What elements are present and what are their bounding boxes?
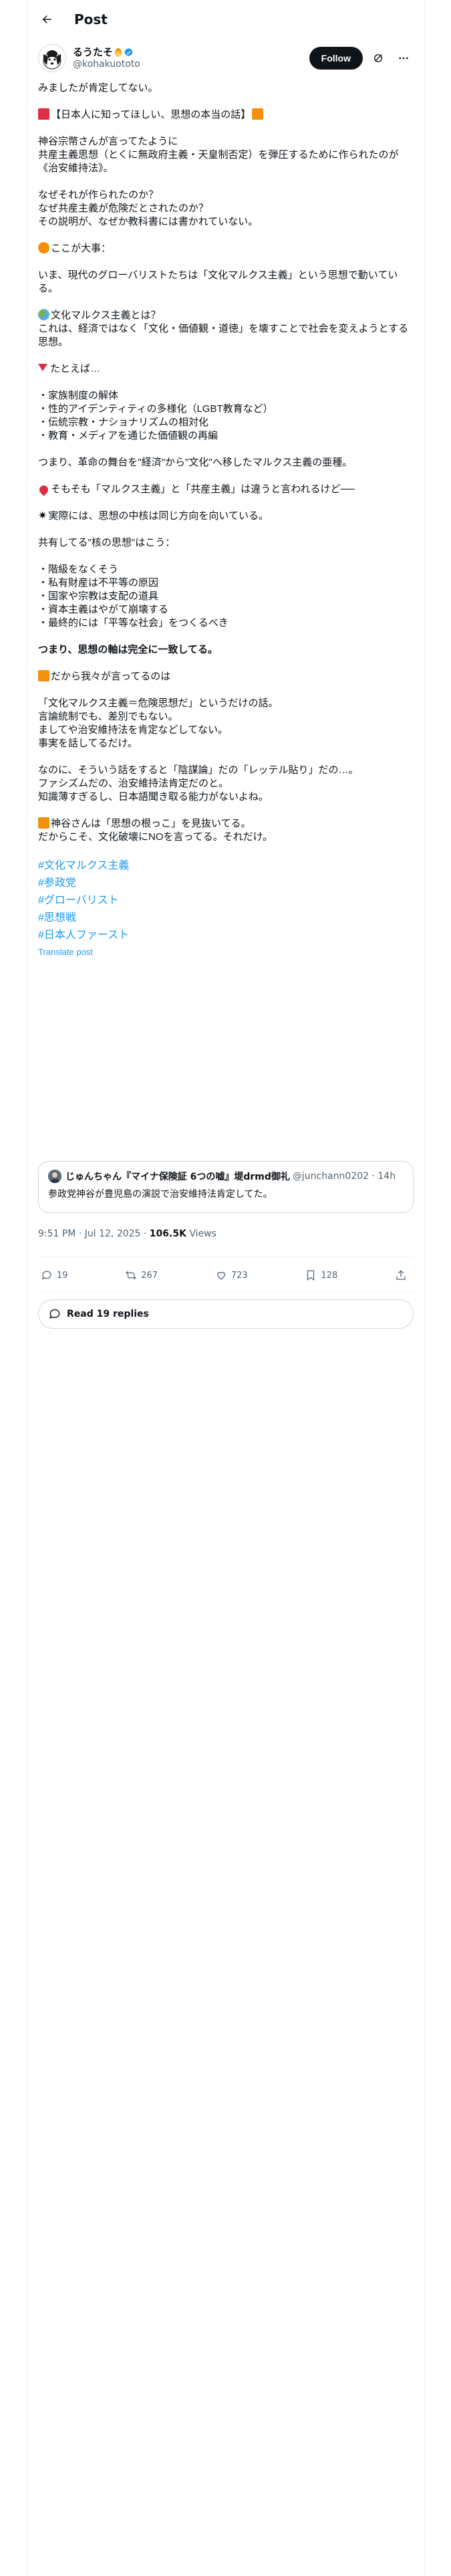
post-line-text: 実際には、思想の中核は同じ方向を向いている。 [48, 510, 269, 522]
post-line: 神谷さんは「思想の根っこ」を見抜いてる。 だからこそ、文化破壊にNOを言ってる。… [38, 817, 415, 844]
post-line-text: ここが大事： [51, 243, 112, 254]
hashtag-list: #文化マルクス主義 #参政党 #グローバリスト #思想戦 #日本人ファースト [38, 857, 415, 944]
divider [38, 1292, 414, 1293]
repost-count: 267 [141, 1270, 158, 1281]
author-row: るうたそ @kohakuototo Follow [38, 43, 414, 74]
post-line: なのに、そういう話をすると「陰謀論」だの「レッテル貼り」だの…。 ファシズムだの… [38, 764, 359, 802]
divider [38, 1256, 414, 1257]
post-line: ・階級をなくそう ・私有財産は不平等の原因 ・国家や宗教は支配の道具 ・資本主義… [38, 564, 229, 629]
reply-button[interactable]: 19 [41, 1269, 68, 1281]
chat-bubble-icon [49, 1309, 60, 1319]
views-count: 106.5K [149, 1228, 186, 1239]
post-line-text: これは、経済ではなく「文化・価値観・道徳」を壊すことで社会を変えようとする思想。 [38, 323, 409, 348]
hashtag-link[interactable]: #日本人ファースト [38, 927, 415, 944]
post-line-text: 文化マルクス主義とは？ [51, 310, 161, 321]
follow-button[interactable]: Follow [309, 47, 363, 70]
action-bar: 19 267 723 128 [41, 1264, 411, 1287]
translate-post-link[interactable]: Translate post [38, 946, 415, 959]
grok-icon [374, 54, 382, 62]
hashtag-link[interactable]: #参政党 [38, 875, 415, 892]
page-title: Post [74, 11, 108, 27]
quoted-post-header: じゅんちゃん『マイナ保険証 6つの嘘』堤drmd御礼 @junchann0202… [48, 1170, 404, 1183]
post-line-text: たとえば… [50, 363, 101, 374]
quoted-avatar [48, 1170, 61, 1183]
red-triangle-icon [38, 364, 47, 371]
post-line: ・家族制度の解体 ・性的アイデンティティの多様化（LGBT教育など） ・伝統宗教… [38, 390, 273, 441]
repost-button[interactable]: 267 [125, 1269, 158, 1281]
post-heading: 【日本人に知ってほしい、思想の本当の話】 [51, 109, 251, 120]
post-line: そもそも「マルクス主義」と「共産主義」は違うと言われるけど── [37, 483, 415, 496]
globe-icon [38, 309, 49, 320]
fire-icon [115, 47, 122, 57]
pushpin-icon [37, 484, 50, 496]
sparkle-icon: ✷ [38, 510, 47, 522]
top-bar: Post [27, 0, 424, 39]
display-name-text: るうたそ [73, 46, 114, 58]
back-button[interactable] [35, 8, 58, 31]
bookmark-count: 128 [321, 1270, 338, 1281]
post-line-text: だから我々が言ってるのは [51, 671, 171, 682]
post-line: だから我々が言ってるのは [38, 670, 415, 683]
orange-square-icon [38, 817, 49, 829]
read-replies-label: Read 19 replies [67, 1309, 149, 1319]
post-line: ✷ 実際には、思想の中核は同じ方向を向いている。 [38, 510, 415, 523]
hashtag-link[interactable]: #グローバリスト [38, 892, 415, 909]
author-display-name[interactable]: るうたそ [73, 46, 309, 58]
post-line: いま、現代のグローバリストたちは「文化マルクス主義」という思想で動いている。 [38, 270, 398, 294]
post-line-text: 神谷さんは「思想の根っこ」を見抜いてる。 だからこそ、文化破壊にNOを言ってる。… [38, 818, 273, 843]
post-line-text: そもそも「マルクス主義」と「共産主義」は違うと言われるけど── [51, 484, 355, 495]
post-line: みましたが肯定してない。 [38, 82, 158, 94]
bookmark-button[interactable]: 128 [305, 1269, 337, 1281]
bookmark-icon [307, 1270, 315, 1281]
orange-square-icon [38, 670, 49, 681]
post-line: ここが大事： [38, 242, 415, 255]
author-handle[interactable]: @kohakuototo [73, 58, 309, 70]
views-label: Views [186, 1228, 216, 1239]
reply-icon [41, 1271, 51, 1280]
orange-circle-icon [38, 242, 49, 253]
post-timestamp[interactable]: 9:51 PM · Jul 12, 2025 · [38, 1228, 150, 1239]
post-text: みましたが肯定してない。 【日本人に知ってほしい、思想の本当の話】 神谷宗幣さん… [37, 82, 415, 959]
post-line-bold: つまり、思想の軸は完全に一致してる。 [38, 644, 218, 655]
heart-icon [216, 1271, 225, 1280]
avatar[interactable] [38, 44, 66, 72]
dog-avatar-icon [39, 45, 65, 72]
post-line: たとえば… [38, 362, 415, 376]
main-column: Post るうたそ @kohakuototo Follow みましたが肯定してな… [27, 0, 425, 2576]
quoted-post-text: 参政党神谷が豊児島の演説で治安維持法肯定してた。 [48, 1189, 273, 1200]
post-line: つまり、革命の舞台を"経済"から"文化"へ移したマルクス主義の亜種。 [38, 457, 353, 468]
quoted-author-name: じゅんちゃん『マイナ保険証 6つの嘘』堤drmd御礼 [65, 1172, 290, 1182]
post-line: 「文化マルクス主義＝危険思想だ」というだけの話。 言論統制でも、差別でもない。 … [38, 697, 279, 749]
hashtag-link[interactable]: #文化マルクス主義 [38, 857, 415, 875]
verified-badge-icon [124, 47, 134, 58]
more-options-button[interactable] [394, 48, 414, 68]
post-line: 神谷宗幣さんが言ってたように 共産主義思想（とくに無政府主義・天皇制否定）を弾圧… [38, 136, 399, 174]
repost-icon [126, 1271, 136, 1280]
share-button[interactable] [395, 1269, 411, 1281]
arrow-left-icon [42, 15, 51, 23]
grok-button[interactable] [368, 48, 388, 68]
orange-square-icon [252, 108, 264, 120]
author-names: るうたそ @kohakuototo [73, 46, 309, 70]
share-icon [396, 1270, 406, 1280]
post-meta: 9:51 PM · Jul 12, 2025 · 106.5K Views [38, 1228, 216, 1239]
red-square-icon [38, 108, 49, 120]
like-button[interactable]: 723 [215, 1269, 248, 1281]
quoted-post[interactable]: じゅんちゃん『マイナ保険証 6つの嘘』堤drmd御礼 @junchann0202… [38, 1161, 414, 1213]
quoted-author-handle: @junchann0202 · 14h [292, 1171, 396, 1182]
post-line: 文化マルクス主義とは？ これは、経済ではなく「文化・価値観・道徳」を壊すことで社会… [38, 309, 415, 349]
hashtag-link[interactable]: #思想戦 [38, 909, 415, 927]
like-count: 723 [231, 1270, 248, 1281]
post-line: なぜそれが作られたのか？ なぜ共産主義が危険だとされたのか？ その説明が、なぜか… [38, 189, 259, 227]
read-replies-button[interactable]: Read 19 replies [38, 1299, 414, 1329]
post-line: 【日本人に知ってほしい、思想の本当の話】 [38, 108, 415, 122]
person-avatar-icon [48, 1170, 61, 1183]
reply-count: 19 [57, 1270, 68, 1281]
more-dots-icon [399, 57, 408, 60]
post-line: 共有してる"核の思想"はこう： [38, 537, 176, 548]
